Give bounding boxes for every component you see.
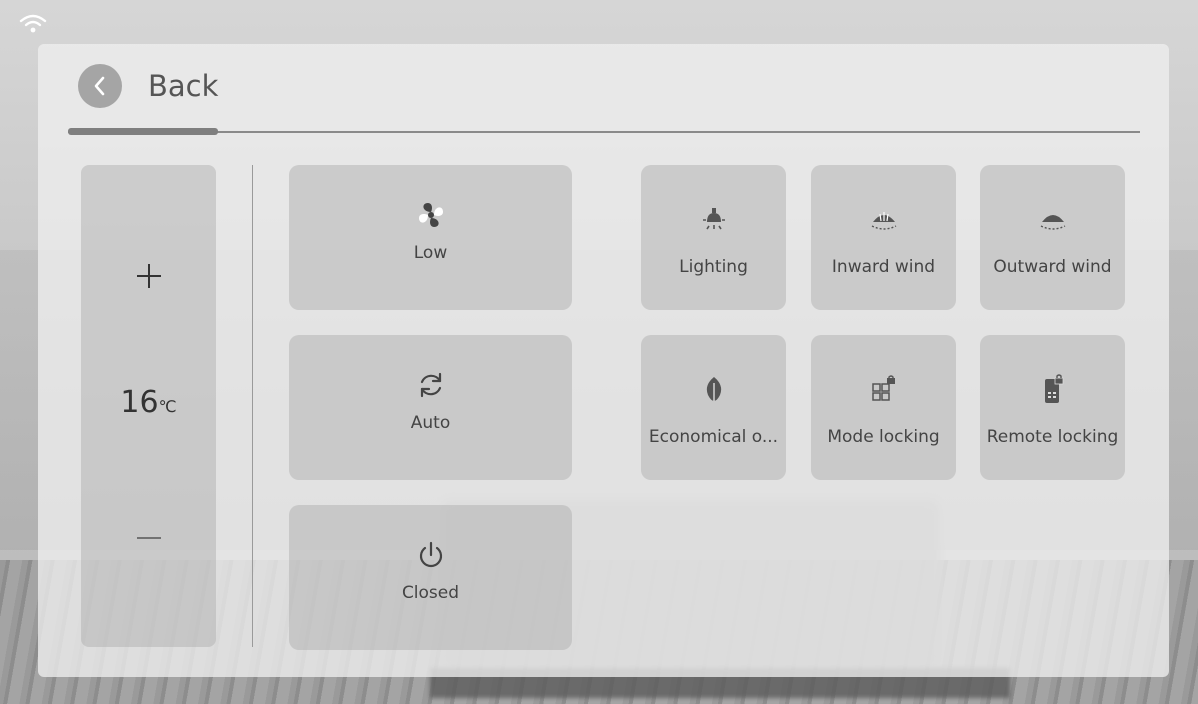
control-panel: Back 16℃ Low Auto Closed Lighting Inward… (38, 44, 1169, 677)
plus-icon (136, 264, 161, 288)
leaf-icon (702, 373, 726, 405)
power-button[interactable]: Closed (289, 505, 572, 650)
mode-lock-icon (870, 373, 898, 405)
remote-lock-icon (1041, 373, 1065, 405)
mode-locking-button[interactable]: Mode locking (811, 335, 956, 480)
power-label: Closed (401, 583, 460, 603)
inward-wind-button[interactable]: Inward wind (811, 165, 956, 310)
temperature-decrease-button[interactable] (81, 513, 216, 563)
power-icon (416, 537, 446, 573)
remote-locking-label: Remote locking (986, 427, 1119, 447)
wifi-icon (19, 14, 47, 33)
mode-locking-label: Mode locking (827, 427, 940, 447)
fan-speed-label: Low (413, 243, 448, 263)
outward-wind-label: Outward wind (993, 257, 1112, 277)
minus-icon (136, 537, 161, 539)
header-divider (68, 131, 1140, 133)
inward-wind-icon (869, 203, 899, 235)
temperature-control: 16℃ (81, 165, 216, 647)
lighting-button[interactable]: Lighting (641, 165, 786, 310)
back-button[interactable]: Back (78, 64, 218, 108)
mode-button[interactable]: Auto (289, 335, 572, 480)
inward-wind-label: Inward wind (831, 257, 936, 277)
refresh-icon (416, 367, 446, 403)
tab-indicator (68, 128, 218, 135)
chevron-left-icon (78, 64, 122, 108)
economical-operation-button[interactable]: Economical o... (641, 335, 786, 480)
fan-icon (416, 197, 446, 233)
fan-speed-button[interactable]: Low (289, 165, 572, 310)
economical-operation-label: Economical o... (648, 427, 779, 447)
lighting-label: Lighting (679, 257, 748, 277)
temperature-display: 16℃ (81, 385, 216, 420)
remote-locking-button[interactable]: Remote locking (980, 335, 1125, 480)
temperature-increase-button[interactable] (81, 251, 216, 301)
temperature-unit: ℃ (158, 397, 177, 416)
mode-label: Auto (410, 413, 451, 433)
outward-wind-button[interactable]: Outward wind (980, 165, 1125, 310)
temperature-value: 16 (120, 385, 159, 420)
back-label: Back (148, 69, 219, 103)
column-divider (252, 165, 253, 647)
lamp-icon (701, 203, 727, 235)
outward-wind-icon (1038, 203, 1068, 235)
